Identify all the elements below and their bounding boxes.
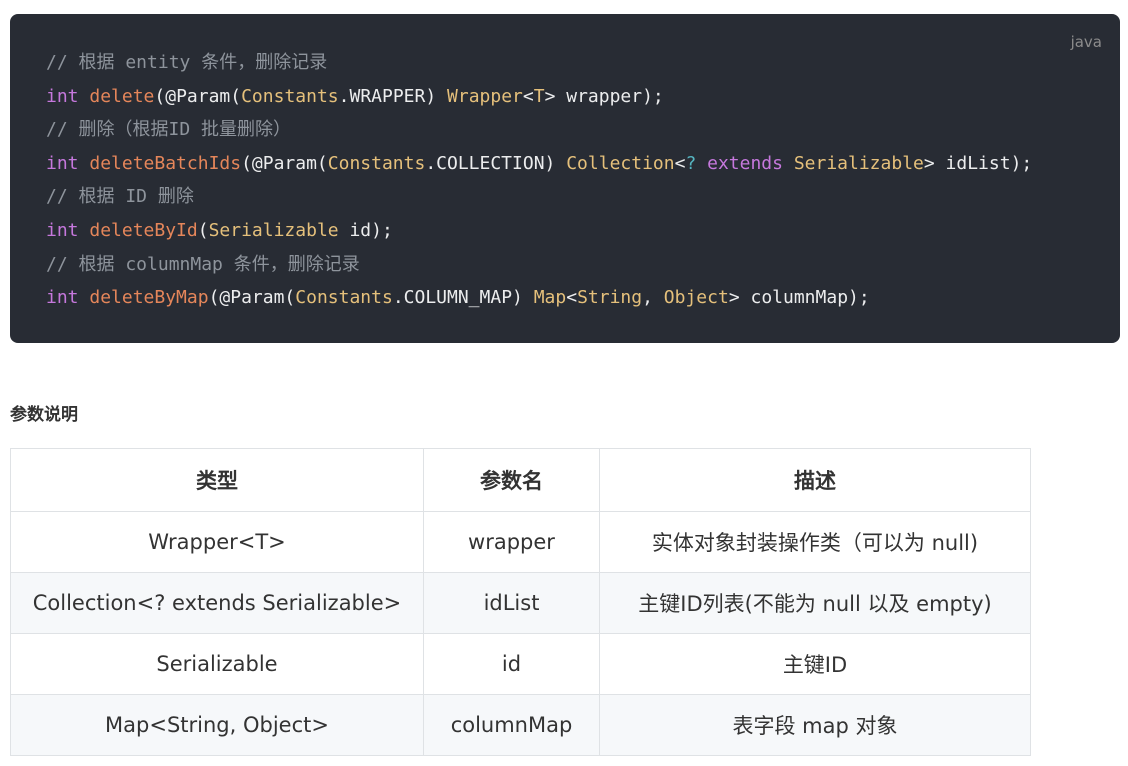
code-line: // 根据 columnMap 条件，删除记录 [46, 248, 1032, 282]
code-line: // 删除（根据ID 批量删除） [46, 113, 1032, 147]
code-token-kw: int [46, 152, 79, 174]
code-line: int deleteById(Serializable id); [46, 214, 1032, 248]
code-token-type: Object [663, 287, 729, 309]
code-token-plain: < [522, 85, 534, 107]
code-token-kw: int [46, 219, 79, 241]
cell-param-name: id [423, 633, 600, 695]
table-row: Serializable id 主键ID [10, 633, 1031, 695]
header-type: 类型 [10, 448, 424, 512]
code-token-fn: deleteById [89, 219, 198, 241]
cell-type: Serializable [10, 633, 424, 695]
code-token-plain: > wrapper); [544, 85, 664, 107]
cell-type: Collection<? extends Serializable> [10, 572, 424, 634]
cell-param-name: idList [423, 572, 600, 634]
code-token-type: Constants [295, 287, 393, 309]
language-label: java [1070, 33, 1102, 51]
code-token-type: Serializable [208, 219, 339, 241]
code-token-comment: // 根据 ID 删除 [46, 186, 194, 208]
parameters-table: 类型 参数名 描述 Wrapper<T> wrapper 实体对象封装操作类（可… [10, 448, 1031, 756]
cell-description: 主键ID列表(不能为 null 以及 empty) [599, 572, 1031, 634]
code-token-op: ? [685, 152, 697, 174]
code-token-fn: deleteBatchIds [89, 152, 242, 174]
code-token-type: Serializable [793, 152, 924, 174]
code-token-fn: delete [89, 85, 155, 107]
code-token-kw: int [46, 85, 79, 107]
code-token-plain: > columnMap); [728, 287, 870, 309]
header-param-name: 参数名 [423, 448, 600, 512]
code-token-type: Collection [566, 152, 675, 174]
cell-param-name: columnMap [423, 694, 600, 756]
code-token-type: String [577, 287, 643, 309]
code-block: java // 根据 entity 条件，删除记录 int delete(@Par… [10, 14, 1120, 343]
cell-param-name: wrapper [423, 511, 600, 573]
code-token-type: T [533, 85, 545, 107]
code-token-type: Constants [327, 152, 426, 174]
code-token-plain: .COLUMN_MAP) [392, 287, 534, 309]
code-token-type: Constants [241, 85, 339, 107]
code-token-plain: .WRAPPER) [338, 85, 448, 107]
table-row: Map<String, Object> columnMap 表字段 map 对象 [10, 694, 1031, 756]
cell-description: 主键ID [599, 633, 1031, 695]
code-token-plain: id); [338, 219, 393, 241]
code-token-type: Wrapper [447, 85, 523, 107]
code-token-comment: // 根据 entity 条件，删除记录 [46, 52, 328, 73]
code-token-plain: (@Param( [154, 85, 242, 107]
code-line: // 根据 entity 条件，删除记录 [46, 46, 1032, 80]
cell-type: Map<String, Object> [10, 694, 424, 756]
code-token-kw: int [46, 287, 79, 309]
code-token-plain: (@Param( [208, 287, 296, 309]
code-line: int delete(@Param(Constants.WRAPPER) Wra… [46, 80, 1032, 114]
table-row: Collection<? extends Serializable> idLis… [10, 572, 1031, 634]
code-token-plain: > idList); [923, 152, 1033, 174]
code-token-plain: < [674, 152, 686, 174]
code-line: int deleteByMap(@Param(Constants.COLUMN_… [46, 281, 1032, 315]
code-line: // 根据 ID 删除 [46, 180, 1032, 214]
table-header-row: 类型 参数名 描述 [10, 448, 1031, 512]
code-token-comment: // 根据 columnMap 条件，删除记录 [46, 253, 360, 275]
cell-description: 表字段 map 对象 [599, 694, 1031, 756]
code-token-plain: , [642, 287, 664, 309]
code-lines: // 根据 entity 条件，删除记录 int delete(@Param(Co… [46, 46, 1032, 315]
code-token-type: Map [533, 287, 567, 309]
header-description: 描述 [599, 448, 1031, 512]
code-token-kw: extends [707, 152, 783, 174]
code-token-fn: deleteByMap [89, 287, 209, 309]
code-token-comment: // 删除（根据ID 批量删除） [46, 119, 292, 141]
code-line: int deleteBatchIds(@Param(Constants.COLL… [46, 147, 1032, 181]
table-row: Wrapper<T> wrapper 实体对象封装操作类（可以为 null) [10, 511, 1031, 573]
code-token-plain: (@Param( [241, 152, 328, 174]
cell-description: 实体对象封装操作类（可以为 null) [599, 511, 1031, 573]
cell-type: Wrapper<T> [10, 511, 424, 573]
code-token-plain: ( [197, 219, 209, 241]
code-token-plain: .COLLECTION) [425, 152, 567, 174]
section-title: 参数说明 [10, 405, 78, 425]
code-token-plain: < [566, 287, 578, 309]
